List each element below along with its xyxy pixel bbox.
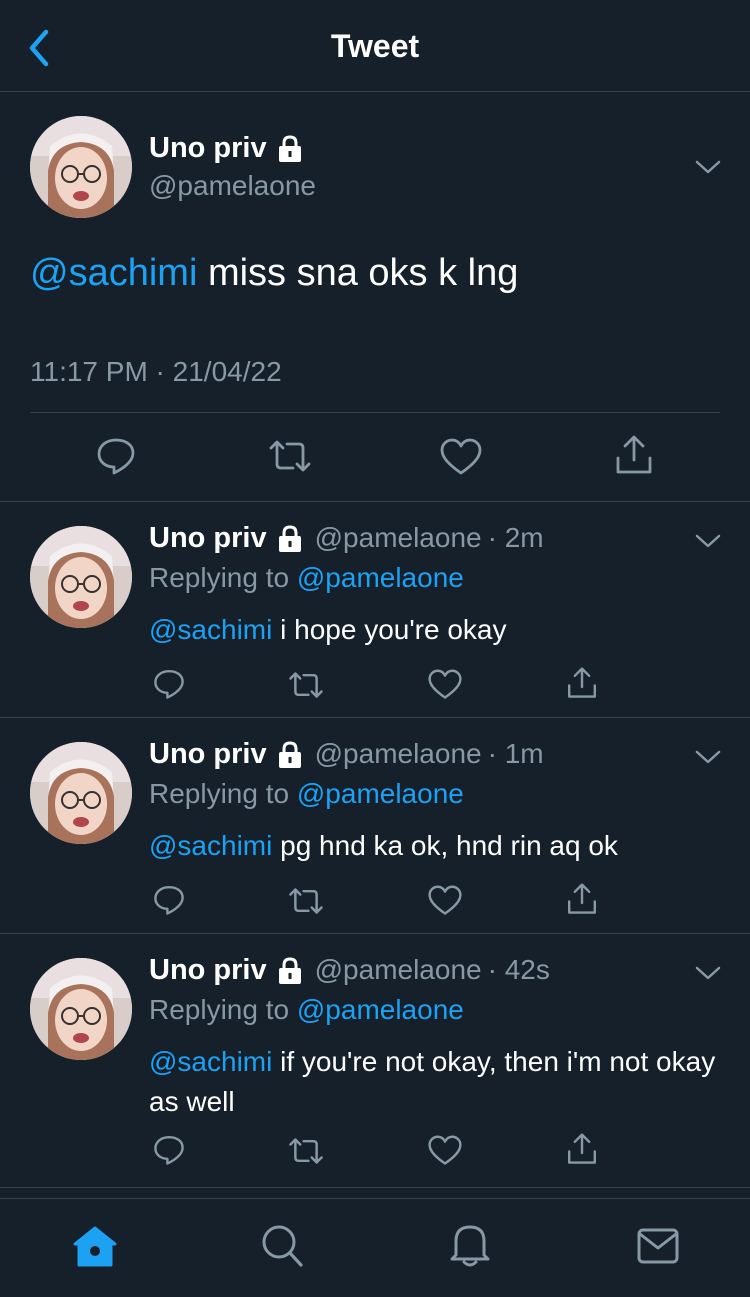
avatar[interactable] (30, 526, 132, 628)
replying-to: Replying to @pamelaone (149, 994, 464, 1025)
reply-icon[interactable] (153, 1134, 185, 1166)
page-title: Tweet (330, 28, 420, 64)
reply-icon[interactable] (96, 436, 136, 476)
reply-header: Uno priv @pamelaone · 1m (149, 738, 544, 771)
reply-header: Uno priv @pamelaone · 2m (149, 522, 544, 555)
replying-to-link[interactable]: @pamelaone (297, 562, 464, 593)
reply-header: Uno priv @pamelaone · 42s (149, 954, 550, 987)
avatar[interactable] (30, 116, 132, 218)
reply-time: · 2m (487, 522, 544, 553)
mention-link[interactable]: @sachimi (149, 614, 272, 645)
share-icon[interactable] (614, 434, 654, 476)
replying-to-link[interactable]: @pamelaone (297, 778, 464, 809)
retweet-icon[interactable] (268, 438, 312, 474)
retweet-icon[interactable] (288, 670, 324, 700)
replying-to: Replying to @pamelaone (149, 778, 464, 809)
like-icon[interactable] (428, 1135, 462, 1166)
reply-icon[interactable] (153, 668, 185, 700)
reply-tweet[interactable]: Uno priv @pamelaone · 2m Replying to @pa… (0, 502, 750, 718)
lock-icon (278, 134, 301, 162)
share-icon[interactable] (566, 1132, 598, 1166)
search-icon[interactable] (260, 1223, 304, 1269)
reply-text: @sachimi i hope you're okay (149, 614, 507, 645)
reply-tweet[interactable]: Uno priv @pamelaone · 42s Replying to @p… (0, 934, 750, 1188)
display-name[interactable]: Uno priv (149, 954, 303, 987)
reply-time: · 1m (487, 738, 544, 769)
like-icon[interactable] (428, 669, 462, 700)
like-icon[interactable] (440, 438, 482, 476)
chevron-down-icon[interactable] (694, 748, 722, 766)
reply-time: · 42s (487, 954, 550, 985)
main-tweet: Uno priv @pamelaone @sachimi miss sna ok… (0, 92, 750, 502)
replying-to-link[interactable]: @pamelaone (297, 994, 464, 1025)
mention-link[interactable]: @sachimi (30, 252, 197, 294)
mention-link[interactable]: @sachimi (149, 1046, 272, 1077)
lock-icon (278, 740, 301, 768)
tweet-text: @sachimi miss sna oks k lng (30, 252, 519, 294)
user-handle[interactable]: @pamelaone (149, 170, 316, 202)
user-handle[interactable]: @pamelaone (315, 954, 482, 986)
reply-text: @sachimi pg hnd ka ok, hnd rin aq ok (149, 830, 618, 861)
top-bar: Tweet (0, 0, 750, 92)
messages-icon[interactable] (636, 1227, 680, 1265)
home-icon[interactable] (72, 1225, 118, 1269)
avatar[interactable] (30, 958, 132, 1060)
chevron-down-icon[interactable] (694, 158, 722, 176)
share-icon[interactable] (566, 666, 598, 700)
like-icon[interactable] (428, 885, 462, 916)
display-name[interactable]: Uno priv (149, 522, 303, 555)
display-name[interactable]: Uno priv (149, 132, 303, 165)
chevron-down-icon[interactable] (694, 964, 722, 982)
reply-tweet[interactable]: Uno priv @pamelaone · 1m Replying to @pa… (0, 718, 750, 934)
lock-icon (278, 524, 301, 552)
chevron-down-icon[interactable] (694, 532, 722, 550)
retweet-icon[interactable] (288, 1136, 324, 1166)
retweet-icon[interactable] (288, 886, 324, 916)
reply-text: @sachimi if you're not okay, then i'm no… (149, 1046, 716, 1117)
user-handle[interactable]: @pamelaone (315, 738, 482, 770)
replying-to: Replying to @pamelaone (149, 562, 464, 593)
avatar[interactable] (30, 742, 132, 844)
bottom-tab-bar (0, 1198, 750, 1297)
user-handle[interactable]: @pamelaone (315, 522, 482, 554)
notifications-icon[interactable] (448, 1221, 492, 1269)
display-name[interactable]: Uno priv (149, 738, 303, 771)
reply-icon[interactable] (153, 884, 185, 916)
mention-link[interactable]: @sachimi (149, 830, 272, 861)
divider (30, 412, 720, 413)
lock-icon (278, 956, 301, 984)
share-icon[interactable] (566, 882, 598, 916)
tweet-timestamp: 11:17 PM · 21/04/22 (30, 356, 282, 387)
